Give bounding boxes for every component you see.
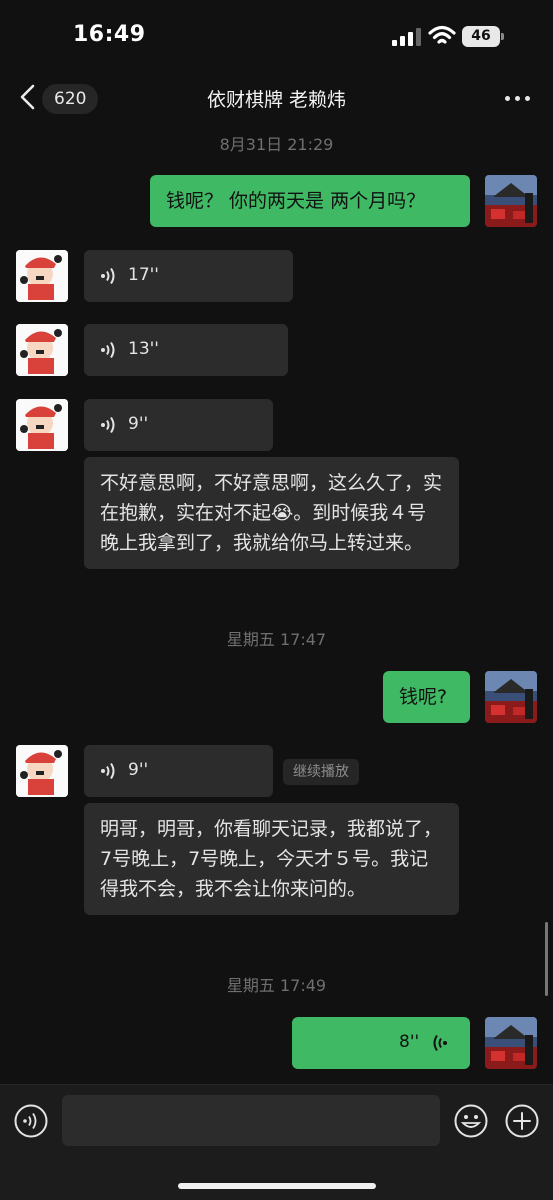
my-avatar[interactable]: [485, 671, 537, 723]
emoji-icon[interactable]: [454, 1104, 488, 1138]
message-input[interactable]: [62, 1095, 440, 1146]
message-timestamp: 8月31日 21:29: [219, 135, 334, 154]
contact-avatar[interactable]: [16, 745, 68, 797]
cellular-signal-icon: [392, 28, 421, 46]
chat-title: 依财棋牌 老赖炜: [206, 89, 347, 111]
voice-duration: 8'': [399, 1032, 420, 1052]
battery-icon: 46: [462, 26, 504, 47]
my-avatar[interactable]: [485, 1017, 537, 1069]
sent-text-bubble[interactable]: 钱呢?: [383, 671, 470, 723]
voice-message-bubble[interactable]: 9'': [84, 745, 273, 797]
contact-avatar[interactable]: [16, 399, 68, 451]
voice-wave-icon: [101, 267, 115, 285]
voice-input-icon[interactable]: [14, 1104, 48, 1138]
transcription-text: 明哥，明哥，你看聊天记录，我都说了，7号晚上，7号晚上，今天才５号。我记得我不会…: [100, 818, 443, 900]
battery-level: 46: [462, 26, 500, 47]
voice-duration: 17'': [128, 265, 159, 285]
transcription-text: 不好意思啊，不好意思啊，这么久了，实在抱歉，实在对不起😭。到时候我４号晚上我拿到…: [100, 472, 443, 554]
voice-wave-icon: [101, 341, 115, 359]
contact-avatar[interactable]: [16, 250, 68, 302]
continue-playing-button[interactable]: 继续播放: [283, 759, 359, 785]
message-text: 钱呢?: [399, 686, 448, 708]
voice-message-bubble[interactable]: 17'': [84, 250, 293, 302]
voice-duration: 9'': [128, 414, 149, 434]
sent-text-bubble[interactable]: 钱呢？ 你的两天是 两个月吗？: [150, 175, 470, 227]
voice-wave-icon: [101, 416, 115, 434]
voice-transcription-bubble[interactable]: 不好意思啊，不好意思啊，这么久了，实在抱歉，实在对不起😭。到时候我４号晚上我拿到…: [84, 457, 459, 569]
contact-avatar[interactable]: [16, 324, 68, 376]
message-text: 钱呢？ 你的两天是 两个月吗？: [166, 190, 426, 212]
input-bar: [0, 1084, 553, 1200]
voice-wave-icon: [101, 762, 115, 780]
scrollbar[interactable]: [545, 922, 548, 996]
voice-duration: 9'': [128, 760, 149, 780]
message-timestamp: 星期五 17:49: [226, 976, 327, 995]
my-avatar[interactable]: [485, 175, 537, 227]
wifi-icon: [428, 25, 456, 44]
chat-header: 620 依财棋牌 老赖炜: [0, 72, 553, 124]
voice-message-bubble[interactable]: 9'': [84, 399, 273, 451]
message-timestamp: 星期五 17:47: [226, 630, 327, 649]
sent-voice-bubble[interactable]: 8'': [292, 1017, 470, 1069]
voice-duration: 13'': [128, 339, 159, 359]
more-icon[interactable]: [505, 96, 531, 102]
voice-wave-icon: [433, 1034, 447, 1052]
voice-transcription-bubble[interactable]: 明哥，明哥，你看聊天记录，我都说了，7号晚上，7号晚上，今天才５号。我记得我不会…: [84, 803, 459, 915]
plus-icon[interactable]: [505, 1104, 539, 1138]
status-time: 16:49: [73, 22, 146, 47]
home-indicator[interactable]: [178, 1183, 376, 1189]
status-bar: 16:49 46: [0, 0, 553, 72]
voice-message-bubble[interactable]: 13'': [84, 324, 288, 376]
